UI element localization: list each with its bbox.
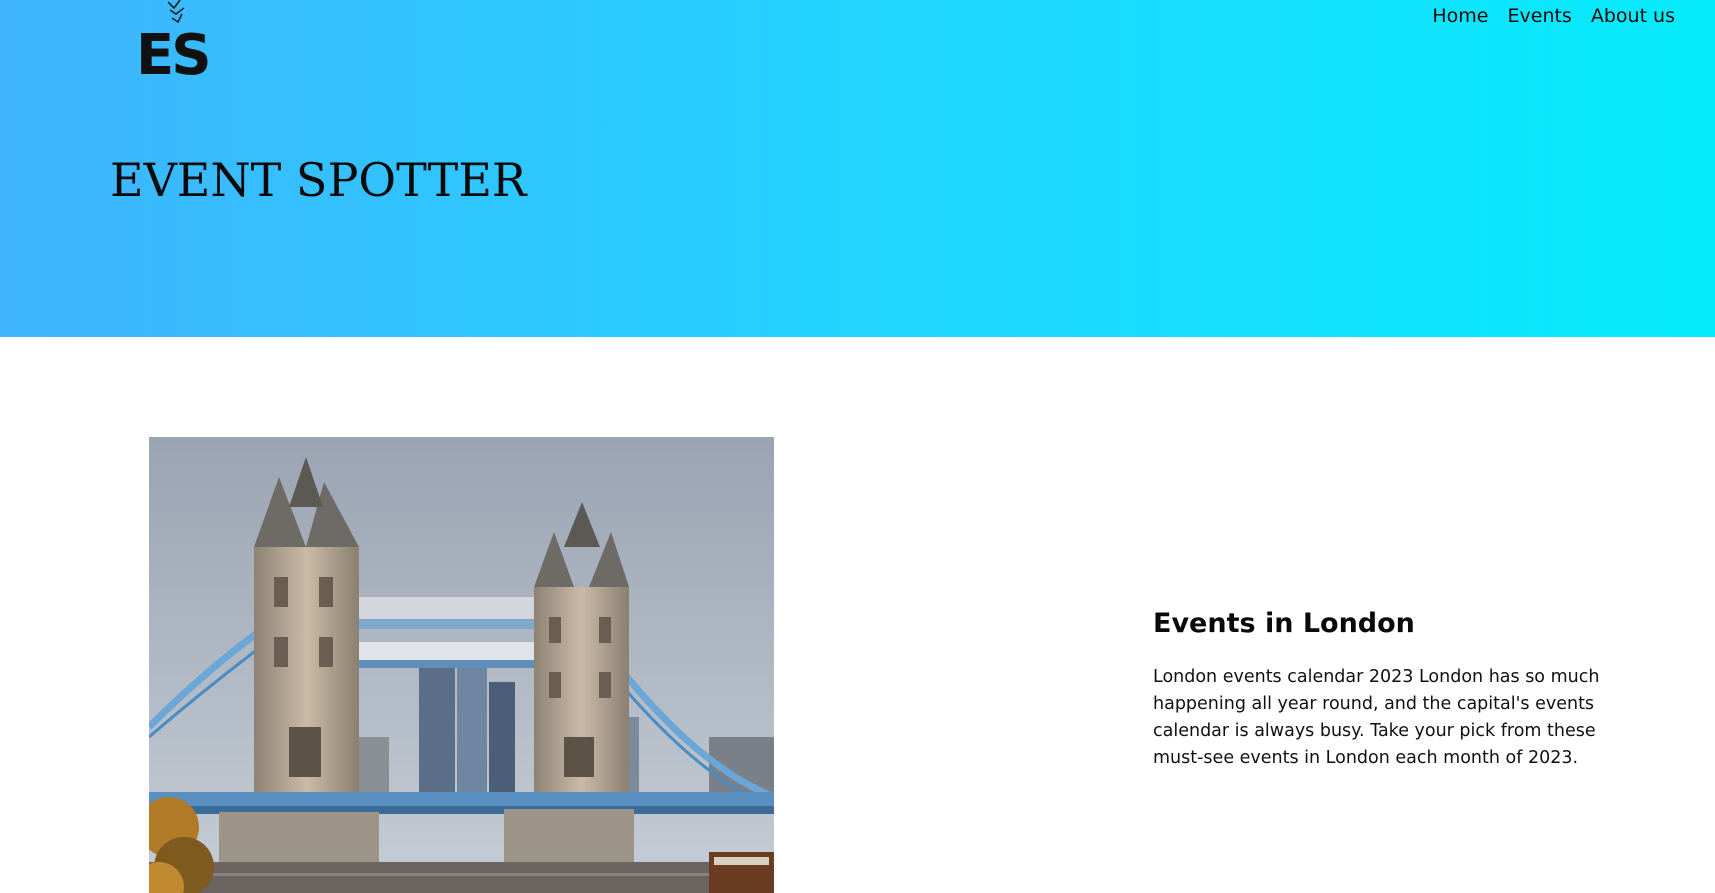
logo-mark-icon <box>167 0 185 24</box>
main-nav: Home Events About us <box>1432 3 1675 29</box>
nav-about-link[interactable]: About us <box>1591 3 1675 29</box>
tower-bridge-photo <box>149 437 774 893</box>
site-title: EVENT SPOTTER <box>110 153 527 207</box>
nav-home-link[interactable]: Home <box>1432 3 1488 29</box>
intro-heading: Events in London <box>1153 608 1415 639</box>
logo-text: ES <box>136 23 212 88</box>
tower-bridge-image <box>149 437 774 893</box>
site-header: ES EVENT SPOTTER Home Events About us <box>0 0 1715 337</box>
intro-section: Events in London London events calendar … <box>1153 608 1623 772</box>
intro-body: London events calendar 2023 London has s… <box>1153 667 1600 769</box>
site-logo[interactable]: ES <box>134 0 214 96</box>
nav-events-link[interactable]: Events <box>1508 3 1572 29</box>
